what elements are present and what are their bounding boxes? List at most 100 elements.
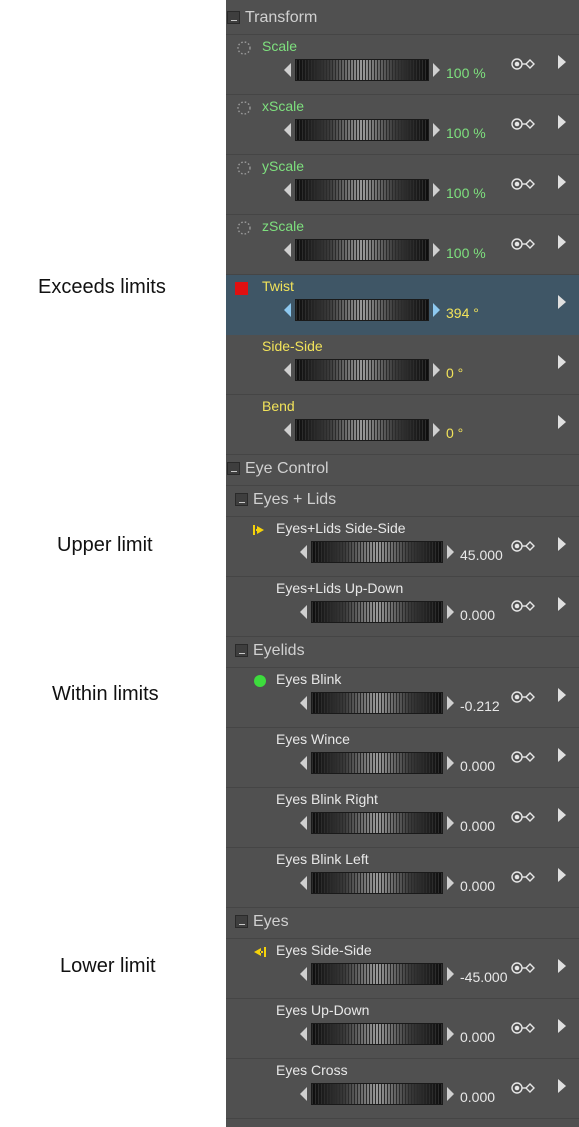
value-dial-slider[interactable] [295, 59, 429, 81]
param-menu-arrow-icon[interactable] [558, 868, 566, 882]
keyframe-icon[interactable] [511, 870, 537, 884]
collapse-toggle-icon[interactable] [227, 462, 240, 475]
collapse-toggle-icon[interactable] [227, 11, 240, 24]
param-value[interactable]: 0.000 [460, 1089, 495, 1105]
keyframe-icon[interactable] [511, 810, 537, 824]
param-value[interactable]: 0.000 [460, 607, 495, 623]
group-header-eye-control[interactable]: Eye Control [226, 455, 579, 486]
param-value[interactable]: -0.212 [460, 698, 500, 714]
decrement-arrow-icon[interactable] [284, 63, 291, 77]
param-value[interactable]: 100 % [446, 245, 486, 261]
value-dial-slider[interactable] [295, 179, 429, 201]
increment-arrow-icon[interactable] [447, 545, 454, 559]
increment-arrow-icon[interactable] [433, 423, 440, 437]
increment-arrow-icon[interactable] [447, 696, 454, 710]
param-value[interactable]: 0 ° [446, 365, 463, 381]
group-header-eyelids[interactable]: Eyelids [226, 637, 579, 668]
param-value[interactable]: 0.000 [460, 878, 495, 894]
param-value[interactable]: 394 ° [446, 305, 479, 321]
param-menu-arrow-icon[interactable] [558, 537, 566, 551]
value-dial-slider[interactable] [311, 601, 443, 623]
param-menu-arrow-icon[interactable] [558, 1079, 566, 1093]
param-menu-arrow-icon[interactable] [558, 808, 566, 822]
decrement-arrow-icon[interactable] [284, 363, 291, 377]
keyframe-icon[interactable] [511, 237, 537, 251]
param-value[interactable]: 0.000 [460, 758, 495, 774]
value-dial-slider[interactable] [311, 812, 443, 834]
keyframe-icon[interactable] [511, 690, 537, 704]
param-menu-arrow-icon[interactable] [558, 355, 566, 369]
value-dial-slider[interactable] [311, 1083, 443, 1105]
decrement-arrow-icon[interactable] [300, 756, 307, 770]
param-menu-arrow-icon[interactable] [558, 748, 566, 762]
collapse-toggle-icon[interactable] [235, 493, 248, 506]
param-value[interactable]: -45.000 [460, 969, 507, 985]
keyframe-icon[interactable] [511, 599, 537, 613]
decrement-arrow-icon[interactable] [300, 816, 307, 830]
value-dial-slider[interactable] [295, 299, 429, 321]
keyframe-icon[interactable] [511, 117, 537, 131]
value-dial-slider[interactable] [311, 1023, 443, 1045]
param-value[interactable]: 100 % [446, 65, 486, 81]
keyframe-icon[interactable] [511, 57, 537, 71]
keyframe-icon[interactable] [511, 177, 537, 191]
value-dial-slider[interactable] [311, 692, 443, 714]
decrement-arrow-icon[interactable] [284, 183, 291, 197]
param-value[interactable]: 0.000 [460, 818, 495, 834]
param-menu-arrow-icon[interactable] [558, 415, 566, 429]
decrement-arrow-icon[interactable] [300, 545, 307, 559]
value-dial-slider[interactable] [311, 963, 443, 985]
param-menu-arrow-icon[interactable] [558, 115, 566, 129]
increment-arrow-icon[interactable] [447, 605, 454, 619]
decrement-arrow-icon[interactable] [284, 243, 291, 257]
increment-arrow-icon[interactable] [433, 63, 440, 77]
collapse-toggle-icon[interactable] [235, 915, 248, 928]
decrement-arrow-icon[interactable] [284, 123, 291, 137]
param-value[interactable]: 100 % [446, 125, 486, 141]
param-value[interactable]: 0 ° [446, 425, 463, 441]
param-menu-arrow-icon[interactable] [558, 55, 566, 69]
decrement-arrow-icon[interactable] [300, 696, 307, 710]
increment-arrow-icon[interactable] [433, 363, 440, 377]
param-menu-arrow-icon[interactable] [558, 175, 566, 189]
group-header-eyes-lids[interactable]: Eyes + Lids [226, 486, 579, 517]
value-dial-slider[interactable] [311, 872, 443, 894]
collapse-toggle-icon[interactable] [235, 644, 248, 657]
decrement-arrow-icon[interactable] [284, 303, 291, 317]
group-header-eyes[interactable]: Eyes [226, 908, 579, 939]
increment-arrow-icon[interactable] [447, 876, 454, 890]
increment-arrow-icon[interactable] [447, 1087, 454, 1101]
param-menu-arrow-icon[interactable] [558, 295, 566, 309]
keyframe-icon[interactable] [511, 539, 537, 553]
value-dial-slider[interactable] [295, 239, 429, 261]
value-dial-slider[interactable] [311, 541, 443, 563]
param-menu-arrow-icon[interactable] [558, 959, 566, 973]
increment-arrow-icon[interactable] [447, 756, 454, 770]
param-menu-arrow-icon[interactable] [558, 597, 566, 611]
keyframe-icon[interactable] [511, 1081, 537, 1095]
value-dial-slider[interactable] [311, 752, 443, 774]
keyframe-icon[interactable] [511, 750, 537, 764]
increment-arrow-icon[interactable] [433, 123, 440, 137]
increment-arrow-icon[interactable] [433, 243, 440, 257]
param-value[interactable]: 0.000 [460, 1029, 495, 1045]
decrement-arrow-icon[interactable] [300, 967, 307, 981]
decrement-arrow-icon[interactable] [300, 876, 307, 890]
increment-arrow-icon[interactable] [433, 303, 440, 317]
decrement-arrow-icon[interactable] [300, 1027, 307, 1041]
param-value[interactable]: 100 % [446, 185, 486, 201]
param-menu-arrow-icon[interactable] [558, 688, 566, 702]
decrement-arrow-icon[interactable] [284, 423, 291, 437]
param-menu-arrow-icon[interactable] [558, 235, 566, 249]
decrement-arrow-icon[interactable] [300, 1087, 307, 1101]
keyframe-icon[interactable] [511, 961, 537, 975]
param-value[interactable]: 45.000 [460, 547, 503, 563]
value-dial-slider[interactable] [295, 359, 429, 381]
increment-arrow-icon[interactable] [447, 967, 454, 981]
decrement-arrow-icon[interactable] [300, 605, 307, 619]
param-menu-arrow-icon[interactable] [558, 1019, 566, 1033]
increment-arrow-icon[interactable] [447, 1027, 454, 1041]
keyframe-icon[interactable] [511, 1021, 537, 1035]
group-header-transform[interactable]: Transform [226, 4, 579, 35]
value-dial-slider[interactable] [295, 119, 429, 141]
